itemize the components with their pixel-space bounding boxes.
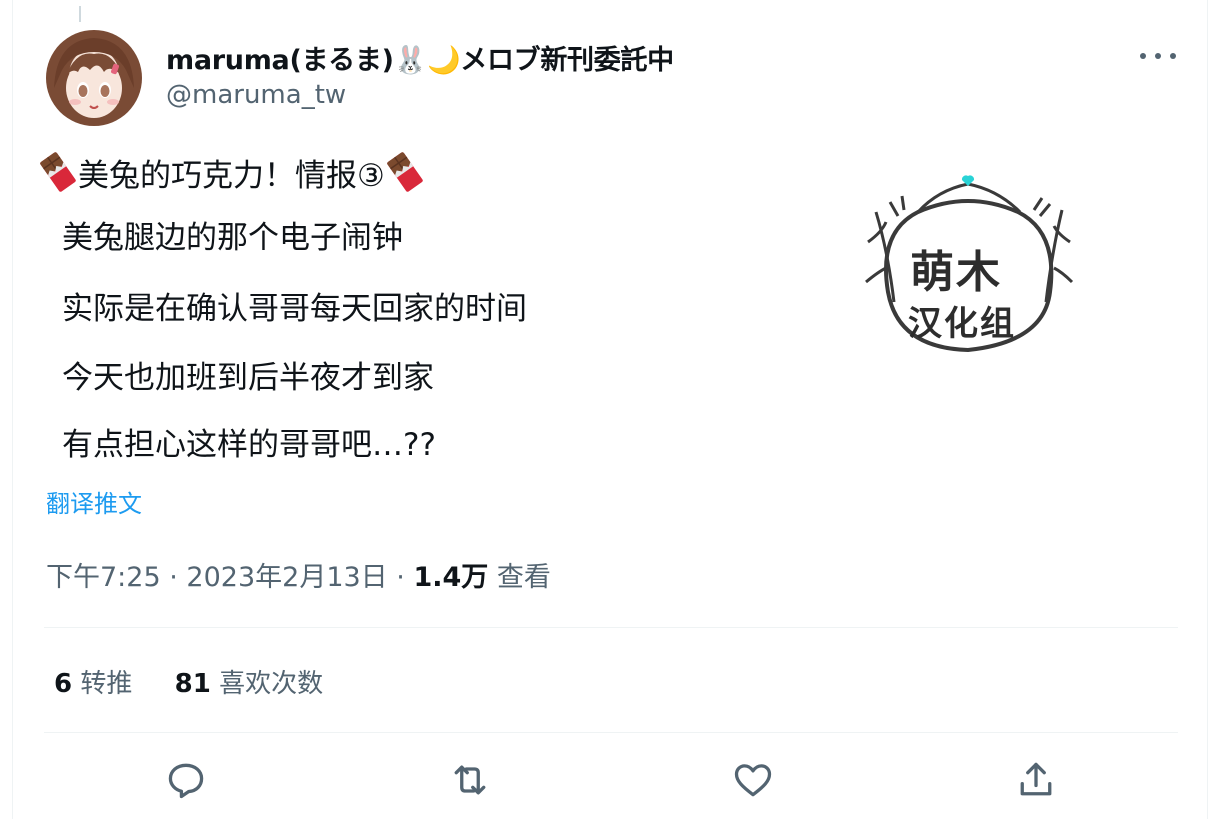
more-icon[interactable]	[1140, 44, 1176, 68]
tweet-line: 实际是在确认哥哥每天回家的时间	[62, 291, 527, 327]
retweets-stat[interactable]: 6 转推	[54, 663, 132, 700]
tweet-metadata: 下午7:25 · 2023年2月13日 · 1.4万 查看	[46, 555, 551, 594]
divider	[44, 732, 1178, 733]
likes-stat[interactable]: 81 喜欢次数	[175, 663, 323, 700]
more-dot	[1140, 53, 1146, 59]
tweet-line: 有点担心这样的哥哥吧…??	[62, 427, 436, 463]
reply-icon	[168, 763, 204, 799]
chocolate-bar-icon	[387, 152, 423, 192]
retweets-label: 转推	[80, 669, 133, 699]
avatar-illustration	[54, 38, 134, 118]
watermark-logo: 萌木 汉化组	[858, 172, 1080, 358]
views-label: 查看	[496, 562, 551, 593]
more-dot	[1155, 53, 1161, 59]
tweet-line: 今天也加班到后半夜才到家	[62, 360, 434, 396]
meta-separator: ·	[169, 562, 178, 593]
views-count: 1.4万	[413, 562, 489, 593]
retweets-count: 6	[54, 669, 73, 699]
reply-button[interactable]	[164, 758, 208, 802]
tweet-time[interactable]: 下午7:25	[46, 562, 161, 593]
watermark-line2: 汉化组	[908, 304, 1016, 344]
watermark-line1: 萌木	[910, 247, 1002, 298]
likes-label: 喜欢次数	[219, 669, 324, 699]
retweet-button[interactable]	[448, 758, 492, 802]
share-button[interactable]	[1014, 758, 1058, 802]
retweet-icon	[454, 765, 486, 795]
chocolate-bar-icon	[40, 152, 76, 192]
likes-count: 81	[174, 669, 211, 699]
engagement-stats: 6 转推 81 喜欢次数	[54, 663, 357, 700]
tweet-date[interactable]: 2023年2月13日	[186, 562, 387, 593]
tweet-line: 美兔腿边的那个电子闹钟	[62, 220, 403, 256]
like-button[interactable]	[731, 758, 775, 802]
meta-separator: ·	[396, 562, 405, 593]
divider	[44, 627, 1178, 628]
share-icon	[1020, 762, 1052, 796]
heart-icon	[734, 764, 772, 797]
tweet-title-text: 美兔的巧克力！情报③	[78, 158, 385, 194]
tweet-title-line: 美兔的巧克力！情报③	[38, 152, 425, 196]
avatar[interactable]	[46, 30, 142, 126]
display-name[interactable]: maruma(まるま)🐰🌙メロブ新刊委託中	[166, 38, 674, 77]
translate-tweet-link[interactable]: 翻译推文	[46, 484, 142, 519]
user-handle[interactable]: @maruma_tw	[166, 80, 346, 110]
thread-connector	[79, 6, 81, 22]
more-dot	[1170, 53, 1176, 59]
